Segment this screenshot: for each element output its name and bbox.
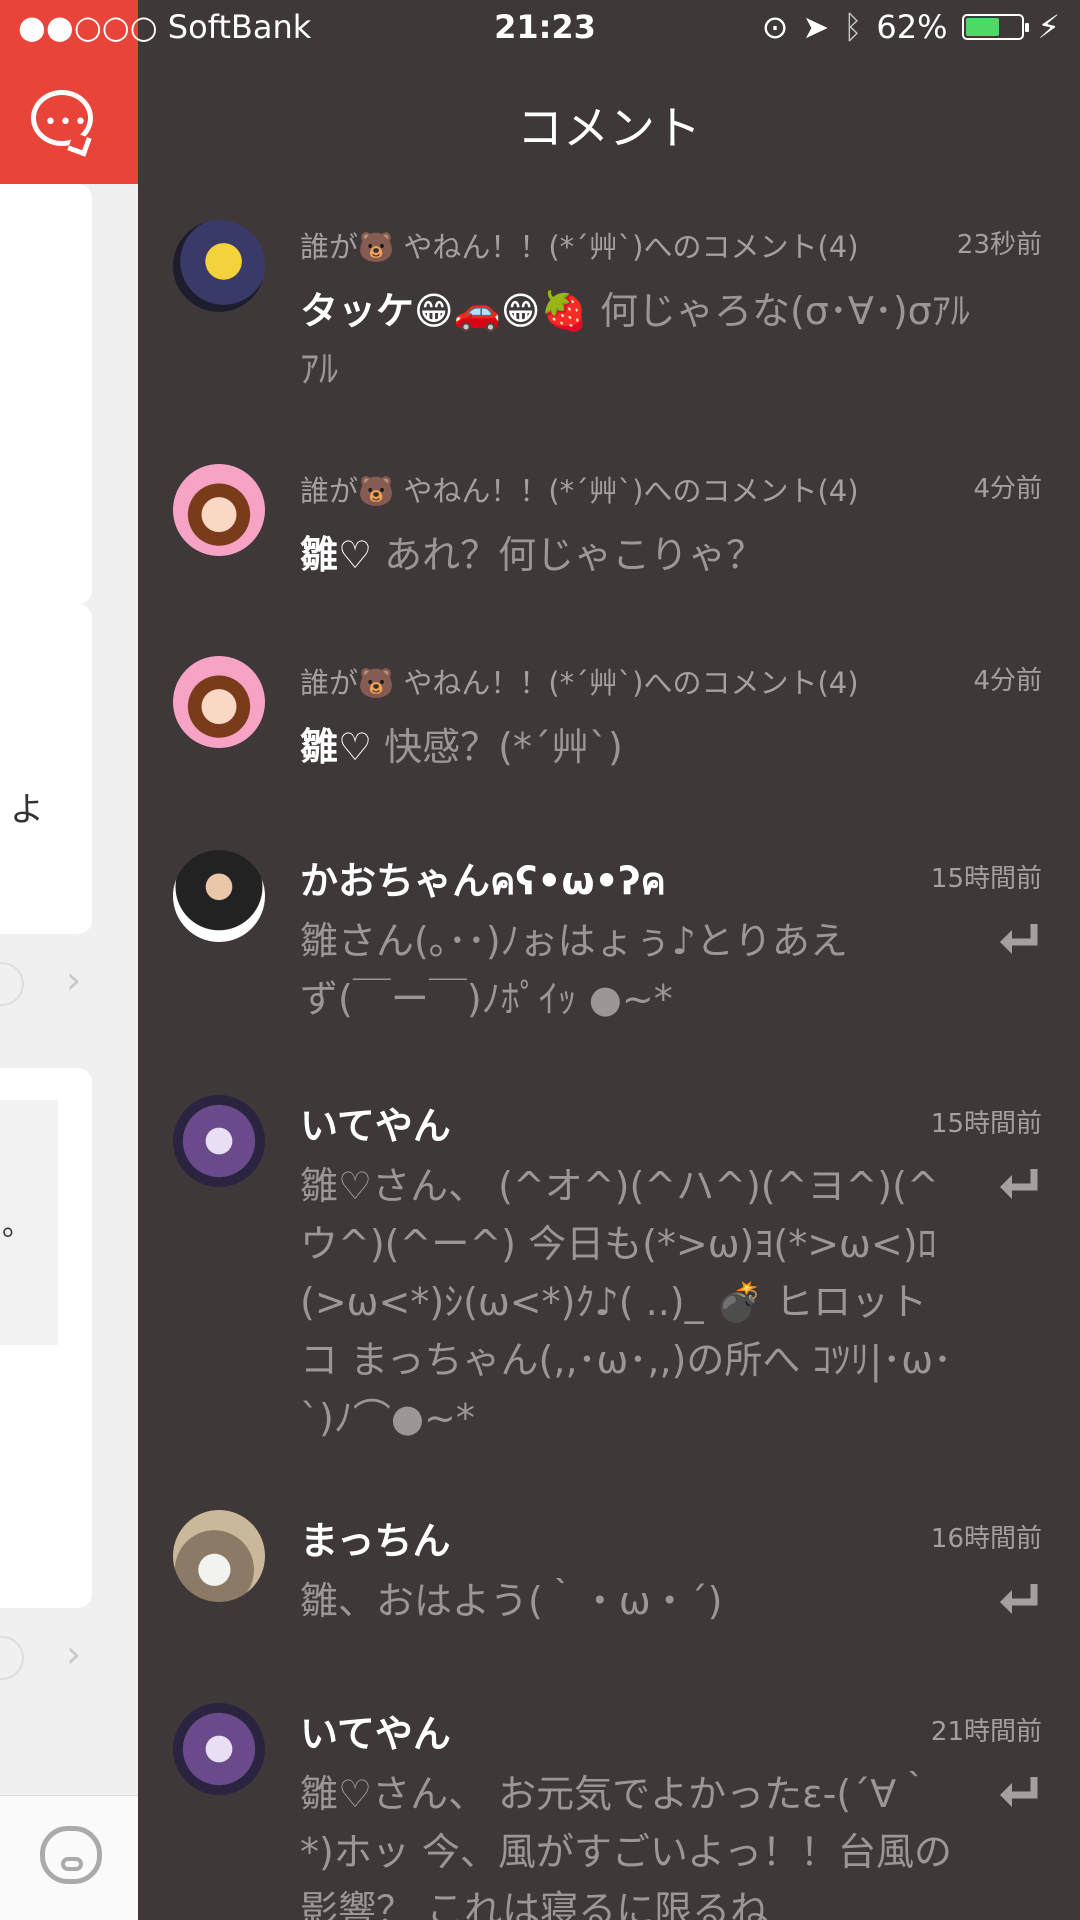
background-text: 。 [2,1208,32,1243]
comment-context: 誰が🐻 やねん！！(*´艸`)へのコメント(4) [300,474,859,508]
comment-timestamp: 16時間前 [930,1524,1042,1554]
comment-timestamp: 4分前 [973,474,1042,504]
background-text: よ [10,790,44,830]
location-arrow-icon: ➤ [802,8,830,46]
rotation-lock-icon: ⊙ [761,8,789,46]
avatar[interactable] [173,850,265,942]
avatar[interactable] [173,1095,265,1187]
battery-icon [961,14,1029,40]
pig-icon[interactable] [40,1826,102,1884]
background-inner-card: 。 [0,1100,58,1345]
background-page: ••• よ › 。 › [0,0,138,1920]
comment-text: 雛♡さん、 (^オ^)(^ハ^)(^ヨ^)(^ウ^)(^ー^) 今日も(*>ω)… [300,1164,953,1440]
comment-item[interactable]: いてやん 21時間前 雛♡さん、 お元気でよかったε-(´∀｀*)ホッ 今、風が… [138,1703,1080,1920]
comment-author[interactable]: タッケ😁🚗😁🍓 [300,289,588,333]
background-card: よ [0,604,92,934]
comment-text: 快感？(*´艸`) [372,725,623,769]
comment-context: 誰が🐻 やねん！！(*´艸`)へのコメント(4) [300,666,859,700]
comment-timestamp: 15時間前 [930,864,1042,894]
comment-text: 雛さん(｡･･)ﾉぉはょぅ♪とりあえず(￣ー￣)ﾉﾎﾟｲｯ ●~* [300,919,848,1021]
avatar[interactable] [173,656,265,748]
status-bar: ●●○○○ SoftBank 21:23 ⊙ ➤ ᛒ 62% ⚡ [0,0,1080,56]
avatar[interactable] [173,220,265,312]
comment-body: タッケ😁🚗😁🍓 何じゃろな(σ･∀･)σｱﾙｱﾙ [300,282,980,398]
comment-item[interactable]: 誰が🐻 やねん！！(*´艸`)へのコメント(4) 4分前 雛♡ あれ？何じゃこり… [138,464,1080,614]
avatar[interactable] [173,1703,265,1795]
battery-percent: 62% [876,8,948,46]
commenter-name[interactable]: かおちゃんคʕ•ω•ʔค [300,850,666,911]
bluetooth-icon: ᛒ [843,8,863,46]
reply-icon[interactable] [996,1771,1042,1817]
background-circle [0,1636,24,1680]
comment-timestamp: 21時間前 [930,1717,1042,1747]
commenter-name[interactable]: いてやん [300,1703,451,1758]
comment-text: 雛♡さん、 お元気でよかったε-(´∀｀*)ホッ 今、風がすごいよっ！！台風の影… [300,1772,953,1920]
comment-text: 雛、おはよう(｀・ω・´) [300,1579,723,1623]
comment-item[interactable]: かおちゃんคʕ•ω•ʔค 15時間前 雛さん(｡･･)ﾉぉはょぅ♪とりあえず(￣… [138,850,1080,1050]
comment-body: 雛♡ 快感？(*´艸`) [300,718,980,776]
comment-panel[interactable]: コメント 誰が🐻 やねん！！(*´艸`)へのコメント(4) 23秒前 タッケ😁🚗… [138,0,1080,1920]
ellipsis-icon: ••• [44,110,89,135]
panel-title: コメント [517,101,701,155]
comment-item[interactable]: 誰が🐻 やねん！！(*´艸`)へのコメント(4) 4分前 雛♡ 快感？(*´艸`… [138,656,1080,806]
avatar[interactable] [173,464,265,556]
chevron-right-icon: › [66,958,82,1002]
pig-snout [61,1857,83,1871]
bottom-tab-bar [0,1795,138,1920]
comment-body: 雛♡ あれ？何じゃこりゃ？ [300,526,980,584]
background-card [0,184,92,604]
avatar[interactable] [173,1510,265,1602]
background-circle [0,962,24,1006]
comment-timestamp: 15時間前 [930,1109,1042,1139]
chevron-right-icon: › [66,1632,82,1676]
comment-timestamp: 23秒前 [956,230,1042,260]
comment-timestamp: 4分前 [973,666,1042,696]
comment-author[interactable]: 雛♡ [300,533,372,577]
comment-item[interactable]: いてやん 15時間前 雛♡さん、 (^オ^)(^ハ^)(^ヨ^)(^ウ^)(^ー… [138,1095,1080,1440]
comment-author[interactable]: 雛♡ [300,725,372,769]
battery-fill [965,18,999,36]
commenter-name[interactable]: まっちん [300,1510,450,1565]
comment-item[interactable]: 誰が🐻 やねん！！(*´艸`)へのコメント(4) 23秒前 タッケ😁🚗😁🍓 何じ… [138,220,1080,420]
comment-text: あれ？何じゃこりゃ？ [372,533,765,577]
comment-item[interactable]: まっちん 16時間前 雛、おはよう(｀・ω・´) [138,1510,1080,1660]
charging-bolt-icon: ⚡ [1037,8,1060,46]
comment-context: 誰が🐻 やねん！！(*´艸`)へのコメント(4) [300,230,859,264]
commenter-name[interactable]: いてやん [300,1095,451,1150]
reply-icon[interactable] [996,1163,1042,1209]
reply-icon[interactable] [996,918,1042,964]
reply-icon[interactable] [996,1578,1042,1624]
